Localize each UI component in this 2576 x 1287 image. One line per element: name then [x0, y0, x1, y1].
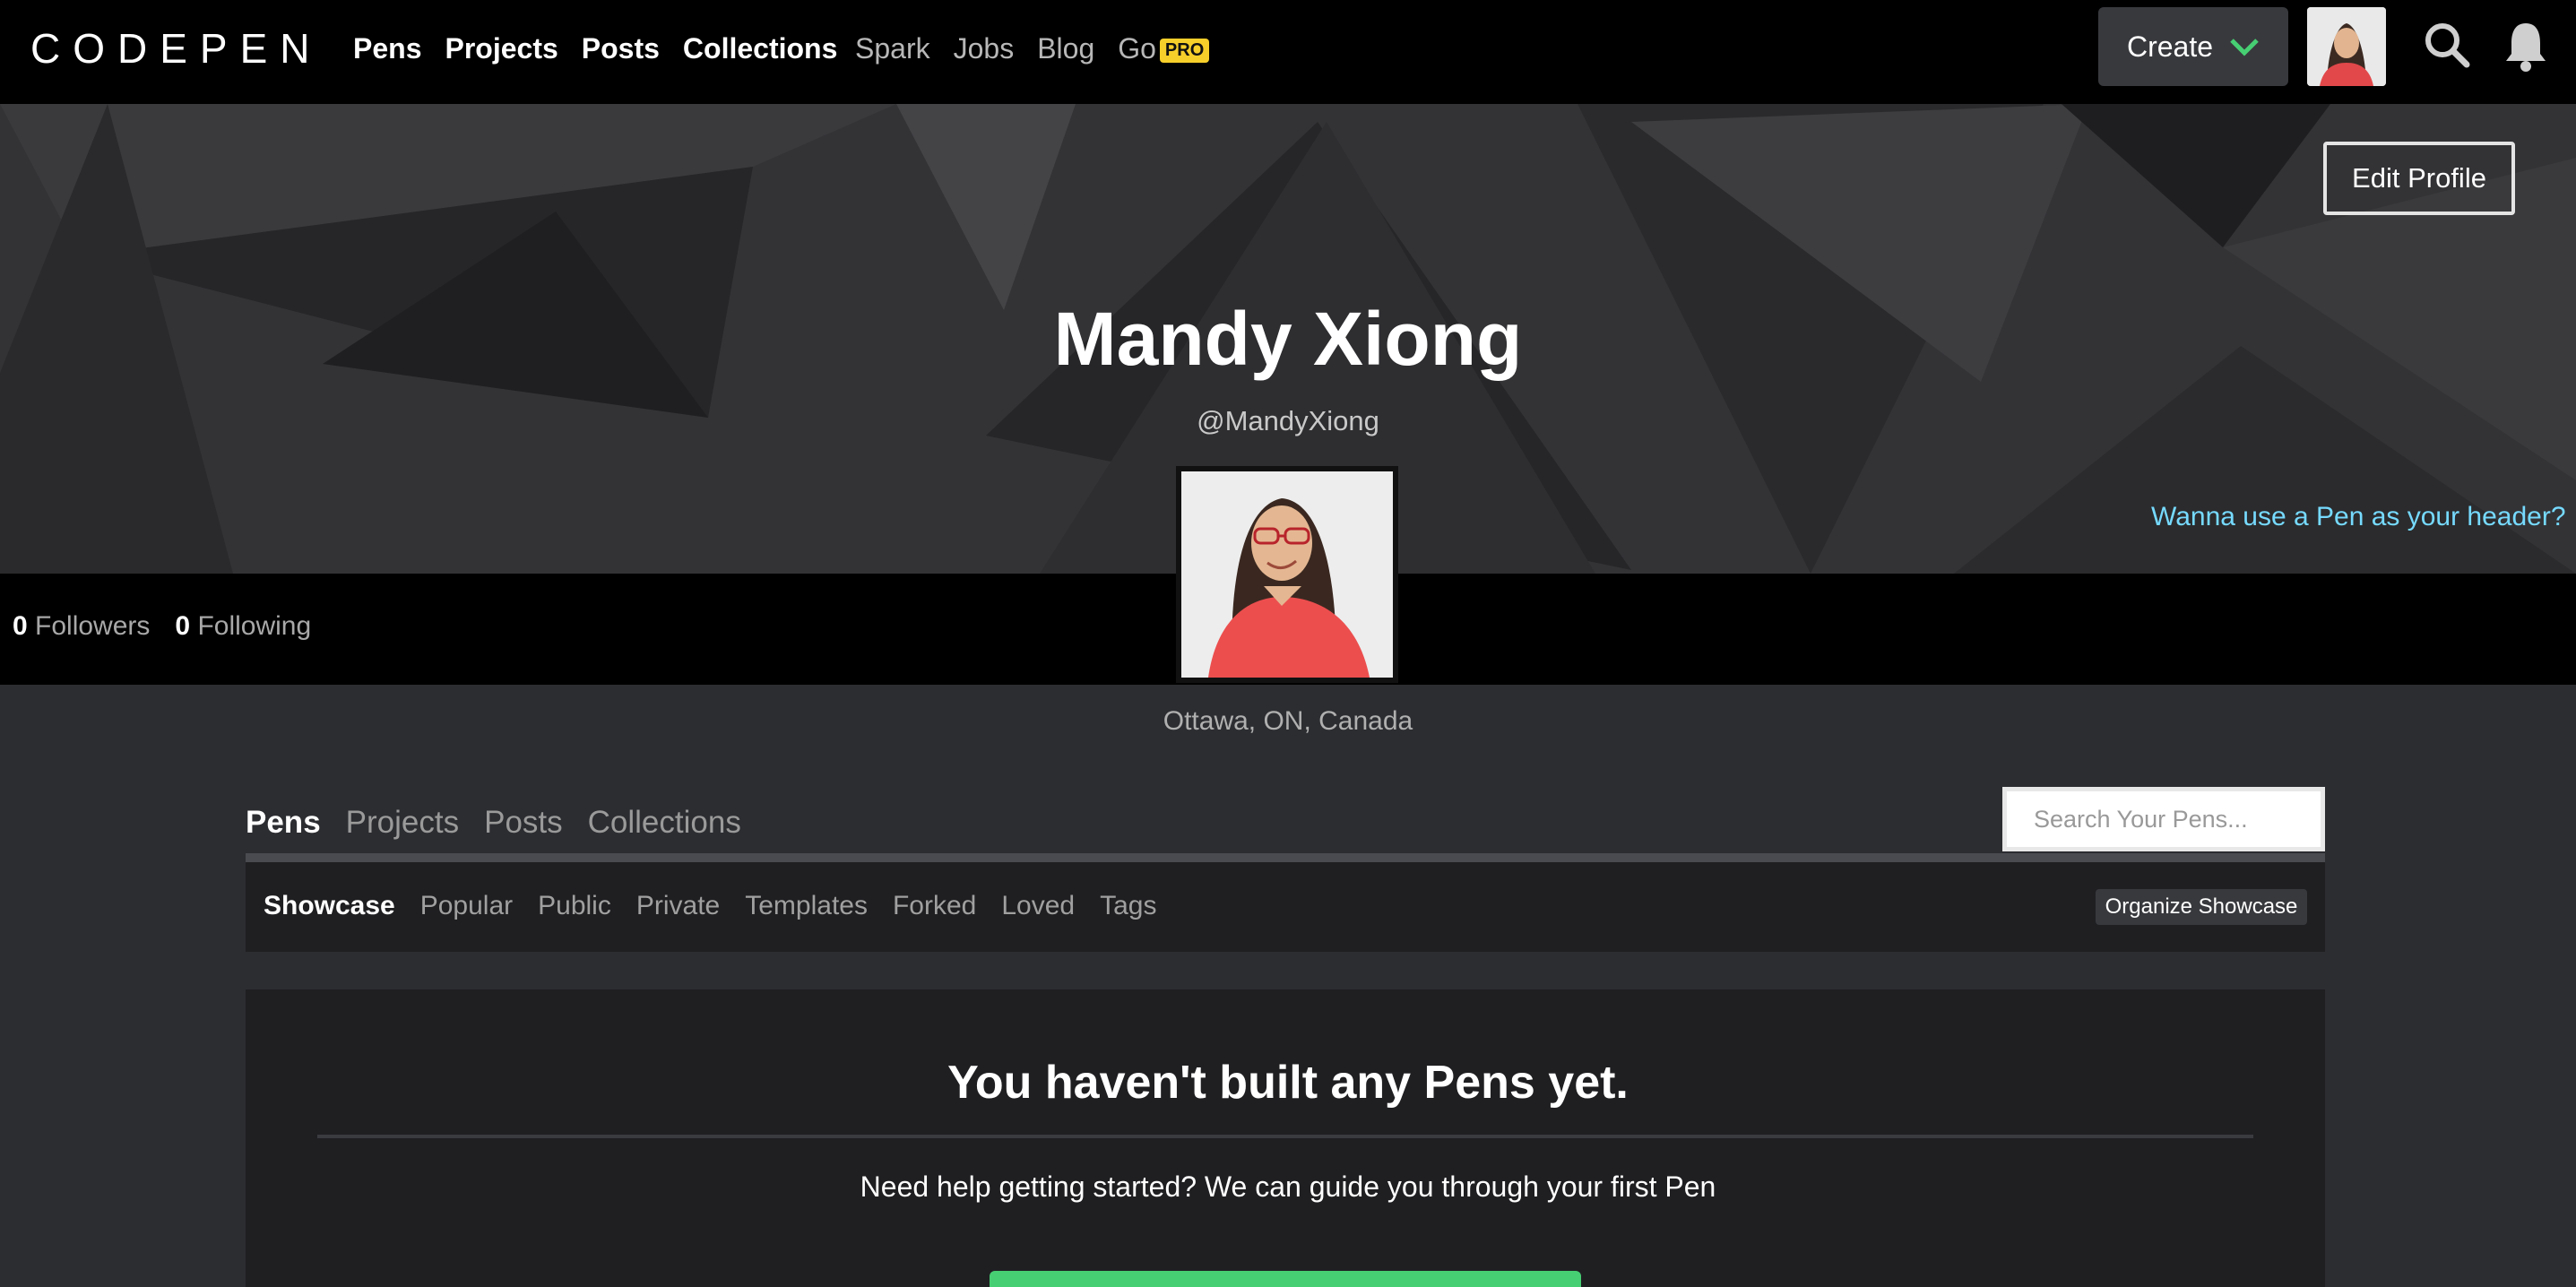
pen-header-link[interactable]: Wanna use a Pen as your header?	[2151, 502, 2566, 532]
empty-state-title: You haven't built any Pens yet.	[947, 1057, 1629, 1109]
subtab-popular[interactable]: Popular	[420, 891, 513, 921]
subtab-tags[interactable]: Tags	[1100, 891, 1156, 921]
secondary-nav-links: Spark Jobs Blog Go PRO	[855, 0, 1210, 97]
profile-name: Mandy Xiong	[1053, 297, 1523, 381]
search-icon[interactable]	[2422, 20, 2472, 70]
subtab-forked[interactable]: Forked	[893, 891, 976, 921]
tabs-divider	[246, 853, 2325, 862]
following-count: 0	[175, 611, 191, 641]
empty-state-divider	[317, 1135, 2253, 1138]
go-label: Go	[1118, 31, 1156, 65]
logo-text: CODEPEN	[30, 25, 323, 72]
followers-link[interactable]: 0 Followers	[13, 611, 150, 642]
empty-state-subtitle: Need help getting started? We can guide …	[860, 1170, 1716, 1203]
pro-badge: PRO	[1159, 38, 1210, 63]
subtab-loved[interactable]: Loved	[1001, 891, 1075, 921]
nav-link-projects[interactable]: Projects	[445, 32, 558, 65]
content-tabs: Pens Projects Posts Collections	[246, 805, 741, 841]
main-nav-links: Pens Projects Posts Collections	[353, 0, 837, 97]
followers-count: 0	[13, 611, 28, 641]
subtabs: Showcase Popular Public Private Template…	[264, 891, 1156, 921]
nav-link-posts[interactable]: Posts	[582, 32, 660, 65]
start-pen-button[interactable]	[990, 1271, 1581, 1287]
profile-handle: @MandyXiong	[1197, 405, 1379, 436]
bell-icon[interactable]	[2501, 18, 2551, 72]
codepen-logo[interactable]: CODEPEN	[30, 23, 322, 73]
profile-photo[interactable]	[1176, 466, 1398, 683]
subtab-templates[interactable]: Templates	[745, 891, 868, 921]
tab-posts[interactable]: Posts	[484, 805, 563, 841]
subtab-public[interactable]: Public	[538, 891, 611, 921]
avatar-image	[2307, 7, 2386, 86]
tab-projects[interactable]: Projects	[346, 805, 459, 841]
followers-label: Followers	[35, 611, 151, 641]
create-label: Create	[2126, 30, 2214, 63]
tab-collections[interactable]: Collections	[588, 805, 741, 841]
nav-link-spark[interactable]: Spark	[855, 32, 930, 65]
chevron-down-icon	[2230, 39, 2259, 56]
following-label: Following	[197, 611, 312, 641]
profile-photo-image	[1181, 471, 1393, 678]
nav-link-jobs[interactable]: Jobs	[954, 32, 1015, 65]
nav-link-collections[interactable]: Collections	[683, 32, 837, 65]
top-nav: CODEPEN Pens Projects Posts Collections …	[0, 0, 2576, 104]
nav-link-go[interactable]: Go PRO	[1118, 31, 1210, 65]
subtab-showcase[interactable]: Showcase	[264, 891, 395, 921]
create-button[interactable]: Create	[2098, 7, 2288, 86]
search-pens-input[interactable]: Search Your Pens...	[2002, 787, 2325, 851]
nav-link-pens[interactable]: Pens	[353, 32, 421, 65]
user-avatar[interactable]	[2307, 7, 2386, 86]
follow-stats: 0 Followers 0 Following	[13, 611, 311, 642]
profile-location: Ottawa, ON, Canada	[1163, 706, 1413, 736]
tab-pens[interactable]: Pens	[246, 805, 321, 841]
following-link[interactable]: 0 Following	[175, 611, 311, 642]
subtab-private[interactable]: Private	[636, 891, 720, 921]
organize-showcase-button[interactable]: Organize Showcase	[2096, 889, 2307, 925]
edit-profile-button[interactable]: Edit Profile	[2323, 142, 2515, 215]
empty-state-panel	[246, 989, 2325, 1287]
nav-link-blog[interactable]: Blog	[1037, 32, 1094, 65]
